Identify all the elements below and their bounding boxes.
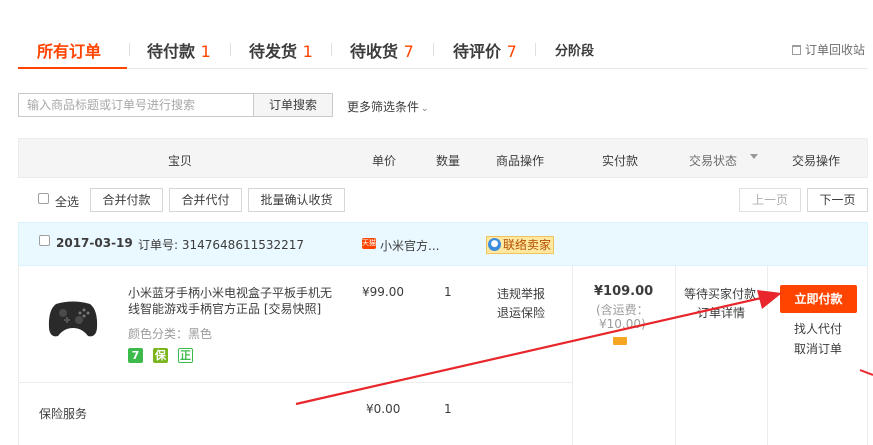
shipping-fee: (含运费： ¥10.00) (596, 303, 649, 331)
tab-count: 1 (200, 42, 211, 61)
col-item: 宝贝 (168, 154, 193, 168)
chevron-down-icon: ⌄ (421, 104, 429, 114)
service-qty: 1 (444, 402, 452, 416)
order-number: 订单号: 3147648611532217 (138, 236, 304, 253)
cancel-order-link[interactable]: 取消订单 (794, 340, 842, 357)
tab-label: 待付款 (147, 42, 196, 61)
tab-count: 7 (506, 42, 517, 61)
tab-label: 待收货 (350, 42, 399, 61)
gamepad-image[interactable] (48, 298, 98, 338)
order-detail-link[interactable]: 订单详情 (697, 304, 745, 321)
recycle-bin-link[interactable]: 订单回收站 (792, 41, 865, 58)
item-price: ¥99.00 (362, 285, 404, 299)
tab-label: 分阶段 (555, 44, 595, 59)
trash-icon (792, 45, 801, 55)
col-unit-price: 单价 (372, 154, 397, 168)
col-item-ops: 商品操作 (496, 154, 545, 168)
search-button[interactable]: 订单搜索 (253, 93, 333, 117)
select-all-checkbox[interactable] (38, 193, 49, 204)
more-filters-label: 更多筛选条件 (347, 100, 420, 114)
tab-count: 7 (403, 42, 414, 61)
tab-pending-receipt[interactable]: 待收货 7 (350, 38, 414, 62)
search-input[interactable] (18, 93, 254, 117)
tab-label: 待发货 (249, 42, 298, 61)
tmall-icon: 天猫 (362, 238, 376, 249)
tab-divider (433, 43, 434, 56)
report-link[interactable]: 违规举报 (497, 285, 545, 302)
order-date: 2017-03-19 (56, 236, 133, 250)
prev-page-button[interactable]: 上一页 (739, 188, 801, 212)
service-name: 保险服务 (39, 407, 88, 421)
recycle-bin-label: 订单回收站 (805, 43, 866, 57)
chat-icon: ● (488, 238, 501, 251)
order-number-label: 订单号: (138, 238, 179, 252)
tab-pending-payment[interactable]: 待付款 1 (147, 38, 211, 62)
contact-seller-button[interactable]: ● 联络卖家 (486, 236, 554, 254)
item-qty: 1 (444, 285, 452, 299)
batch-confirm-button[interactable]: 批量确认收货 (248, 188, 345, 212)
shop-name-link[interactable]: 小米官方... (380, 237, 439, 254)
column-divider (572, 266, 573, 445)
col-ops: 交易操作 (792, 154, 841, 168)
column-divider (767, 266, 768, 445)
col-paid: 实付款 (602, 154, 639, 168)
shipping-line2: ¥10.00) (599, 317, 646, 331)
col-status[interactable]: 交易状态 (689, 152, 737, 169)
tab-divider (331, 43, 332, 56)
service-price: ¥0.00 (366, 402, 401, 416)
tab-divider (230, 43, 231, 56)
more-filters-toggle[interactable]: 更多筛选条件 ⌄ (347, 98, 429, 115)
order-checkbox[interactable] (39, 235, 50, 246)
column-divider (675, 266, 676, 445)
pay-now-button[interactable]: 立即付款 (780, 285, 857, 313)
active-tab-underline (18, 67, 127, 69)
tab-pending-review[interactable]: 待评价 7 (453, 38, 517, 62)
tab-pending-shipment[interactable]: 待发货 1 (249, 38, 313, 62)
tab-count: 1 (302, 42, 313, 61)
seven-day-return-icon[interactable]: 7 (128, 348, 143, 363)
order-number-value: 3147648611532217 (181, 238, 305, 252)
col-quantity: 数量 (436, 154, 461, 168)
caret-down-icon[interactable] (750, 154, 758, 159)
next-page-button[interactable]: 下一页 (807, 188, 868, 212)
item-sku: 颜色分类：黑色 (128, 327, 213, 341)
tab-divider (129, 43, 130, 56)
tabs-divider (18, 68, 868, 69)
order-status: 等待买家付款 (684, 287, 757, 301)
tab-staged[interactable]: 分阶段 (555, 40, 594, 59)
tab-divider (535, 43, 536, 56)
tab-label: 所有订单 (37, 42, 102, 61)
total-paid: ¥109.00 (594, 284, 654, 299)
select-all-label: 全选 (55, 195, 80, 209)
merge-pay-button[interactable]: 合并付款 (90, 188, 163, 212)
proxy-pay-link[interactable]: 找人代付 (794, 320, 842, 337)
insurance-icon[interactable]: 保 (153, 348, 168, 363)
merge-proxy-button[interactable]: 合并代付 (169, 188, 242, 212)
genuine-icon[interactable]: 正 (178, 348, 193, 363)
shipping-line1: (含运费： (596, 303, 649, 317)
tab-all-orders[interactable]: 所有订单 (37, 38, 101, 62)
tab-label: 待评价 (453, 42, 502, 61)
contact-seller-label: 联络卖家 (503, 238, 552, 252)
item-title-link[interactable]: 小米蓝牙手柄小米电视盒子平板手机无线智能游戏手柄官方正品 [交易快照] (128, 285, 343, 317)
phone-icon[interactable] (613, 337, 627, 345)
row-divider (18, 382, 572, 383)
return-insurance-link[interactable]: 退运保险 (497, 304, 545, 321)
